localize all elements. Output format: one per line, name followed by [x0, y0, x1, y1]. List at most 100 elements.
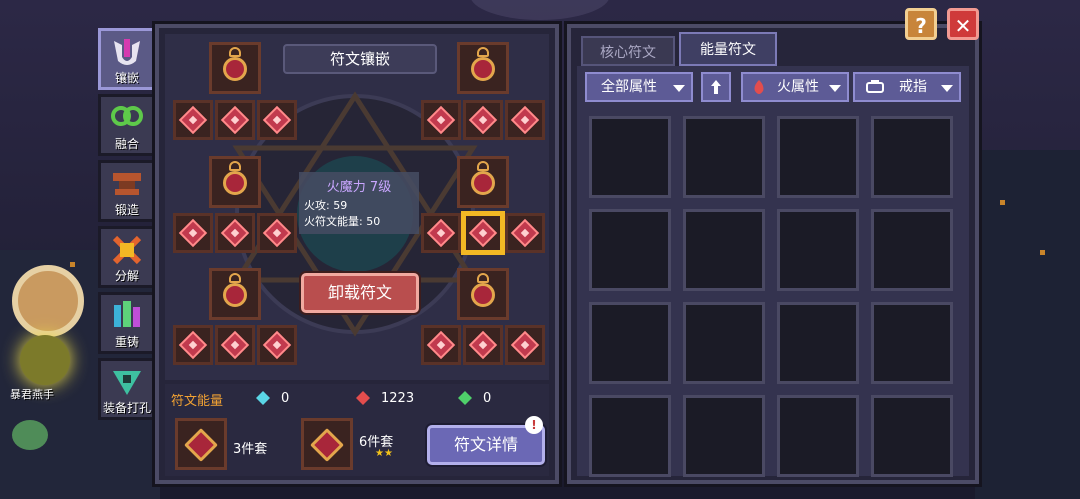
tab-decompose[interactable]: 分解	[98, 226, 156, 288]
set-bonus-6-slot[interactable]	[301, 418, 353, 470]
fire-element-icon	[754, 80, 764, 94]
rune-slot[interactable]	[215, 325, 255, 365]
inventory-slot[interactable]	[871, 116, 953, 198]
tab-label: 镶嵌	[114, 71, 139, 85]
rune-gem-icon	[178, 330, 208, 360]
fire-energy-icon	[356, 391, 370, 405]
tab-label: 融合	[114, 137, 139, 151]
amulet-slot[interactable]	[457, 42, 509, 94]
inventory-slot[interactable]	[871, 209, 953, 291]
help-button[interactable]: ?	[905, 8, 937, 40]
rune-slot[interactable]	[505, 100, 545, 140]
inventory-slot[interactable]	[589, 209, 671, 291]
amulet-slot[interactable]	[457, 156, 509, 208]
amulet-icon	[229, 273, 241, 283]
dropdown-value: 戒指	[899, 79, 927, 95]
tab-inlay[interactable]: 镶嵌	[98, 28, 156, 90]
rune-slot[interactable]	[215, 100, 255, 140]
inventory-slot[interactable]	[871, 302, 953, 384]
rune-slot[interactable]	[173, 213, 213, 253]
inventory-slot[interactable]	[589, 395, 671, 477]
rune-gem-icon	[220, 105, 250, 135]
page-title: 符文镶嵌	[283, 44, 437, 74]
rune-gem-icon	[262, 330, 292, 360]
npc-target-icon	[12, 265, 84, 337]
slot-filter-dropdown[interactable]: 戒指	[853, 72, 961, 102]
rune-gem-icon	[468, 330, 498, 360]
amulet-icon	[477, 161, 489, 171]
rune-slot[interactable]	[505, 213, 545, 253]
chevron-down-icon	[829, 85, 841, 92]
sort-button[interactable]	[701, 72, 731, 102]
rune-gem-icon	[223, 57, 247, 81]
amulet-slot[interactable]	[209, 42, 261, 94]
moon	[470, 0, 610, 20]
rune-gem-icon	[220, 218, 250, 248]
tab-label: 锻造	[114, 203, 139, 217]
element-filter-dropdown[interactable]: 火属性	[741, 72, 849, 102]
amulet-slot[interactable]	[209, 156, 261, 208]
inventory-slot[interactable]	[871, 395, 953, 477]
rune-gem-icon	[223, 171, 247, 195]
dropdown-value: 全部属性	[601, 79, 657, 95]
tab-socket[interactable]: 装备打孔	[98, 358, 156, 420]
inventory-slot[interactable]	[683, 116, 765, 198]
inventory-slot[interactable]	[777, 209, 859, 291]
rune-inventory-panel: 核心符文 能量符文 全部属性 火属性 戒指	[567, 24, 979, 484]
amulet-icon	[229, 47, 241, 57]
rune-slot[interactable]	[257, 100, 297, 140]
amulet-slot[interactable]	[209, 268, 261, 320]
rune-name: 火魔力 7级	[326, 180, 392, 195]
amulet-icon	[229, 161, 241, 171]
rune-slot[interactable]	[173, 100, 213, 140]
inventory-slot[interactable]	[683, 209, 765, 291]
dropdown-value: 火属性	[777, 79, 819, 95]
tab-energy-runes[interactable]: 能量符文	[679, 32, 777, 66]
tab-forge[interactable]: 锻造	[98, 160, 156, 222]
inventory-slot[interactable]	[777, 395, 859, 477]
rune-slot[interactable]	[463, 100, 503, 140]
window-light	[1040, 250, 1045, 255]
rune-slot[interactable]	[421, 213, 461, 253]
rune-gem-icon	[262, 105, 292, 135]
tab-label: 重铸	[114, 335, 139, 349]
rune-slot[interactable]	[173, 325, 213, 365]
amulet-slot[interactable]	[457, 268, 509, 320]
rune-slot[interactable]	[421, 325, 461, 365]
tab-recast[interactable]: 重铸	[98, 292, 156, 354]
rune-gem-icon	[262, 218, 292, 248]
close-button[interactable]: ✕	[947, 8, 979, 40]
unload-rune-button[interactable]: 卸载符文	[301, 273, 419, 313]
notification-badge: !	[525, 416, 543, 434]
rune-gem-icon	[471, 57, 495, 81]
town-silhouette-right	[975, 150, 1080, 499]
rune-slot[interactable]	[257, 213, 297, 253]
inventory-slot[interactable]	[683, 395, 765, 477]
tab-core-runes[interactable]: 核心符文	[581, 36, 675, 66]
inventory-slot[interactable]	[777, 302, 859, 384]
rune-slot-selected[interactable]	[463, 213, 503, 253]
rune-slot[interactable]	[257, 325, 297, 365]
set-bonus-3-slot[interactable]	[175, 418, 227, 470]
tab-label: 装备打孔	[102, 401, 151, 415]
decompose-cross-icon	[112, 235, 142, 265]
inventory-slot[interactable]	[683, 302, 765, 384]
tab-fusion[interactable]: 融合	[98, 94, 156, 156]
rune-gem-icon	[471, 283, 495, 307]
inventory-slot[interactable]	[777, 116, 859, 198]
amulet-icon	[477, 47, 489, 57]
pet-character	[12, 420, 48, 450]
attribute-filter-dropdown[interactable]: 全部属性	[585, 72, 693, 102]
rune-gem-icon	[178, 105, 208, 135]
fusion-rings-icon	[111, 106, 143, 126]
amulet-icon	[477, 273, 489, 283]
rune-slot[interactable]	[215, 213, 255, 253]
inventory-slot[interactable]	[589, 116, 671, 198]
rune-slot[interactable]	[505, 325, 545, 365]
rune-set-icon	[184, 428, 218, 462]
rune-gem-icon	[510, 330, 540, 360]
rune-slot[interactable]	[421, 100, 461, 140]
rune-slot[interactable]	[463, 325, 503, 365]
inventory-slot[interactable]	[589, 302, 671, 384]
chevron-down-icon	[673, 85, 685, 92]
